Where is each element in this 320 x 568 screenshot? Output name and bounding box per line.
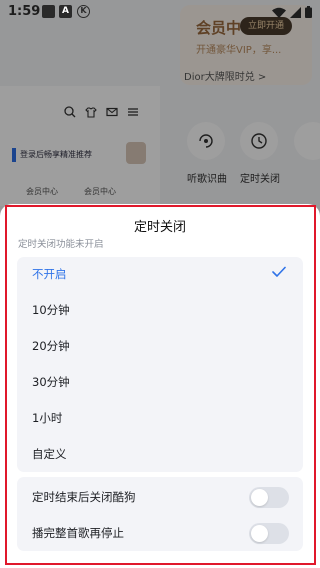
status-time: 1:59 xyxy=(8,4,41,19)
signal-icon xyxy=(290,6,301,18)
status-bar: 1:59 A K xyxy=(0,0,320,24)
option-off[interactable]: 不开启 xyxy=(17,257,303,291)
a-notification-icon: A xyxy=(59,5,72,18)
wifi-icon xyxy=(272,7,286,18)
battery-icon xyxy=(305,6,312,18)
option-label: 20分钟 xyxy=(32,339,70,353)
option-label: 不开启 xyxy=(32,267,67,281)
close-app-toggle[interactable] xyxy=(249,487,289,508)
option-custom[interactable]: 自定义 xyxy=(17,437,303,471)
finish-song-row: 播完整首歌再停止 xyxy=(17,515,303,551)
option-20min[interactable]: 20分钟 xyxy=(17,329,303,363)
timer-toggles: 定时结束后关闭酷狗 播完整首歌再停止 xyxy=(17,477,303,551)
status-icons xyxy=(272,6,312,18)
option-label: 10分钟 xyxy=(32,303,70,317)
k-notification-icon: K xyxy=(77,5,90,18)
image-notification-icon xyxy=(42,5,55,18)
close-app-label: 定时结束后关闭酷狗 xyxy=(32,490,136,504)
toggle-knob xyxy=(251,525,268,542)
timer-sheet: 定时关闭 定时关闭功能未开启 不开启 10分钟 20分钟 30分钟 1小时 自定… xyxy=(0,204,320,568)
option-1hour[interactable]: 1小时 xyxy=(17,401,303,435)
option-30min[interactable]: 30分钟 xyxy=(17,365,303,399)
option-10min[interactable]: 10分钟 xyxy=(17,293,303,327)
option-label: 30分钟 xyxy=(32,375,70,389)
option-label: 自定义 xyxy=(32,447,67,461)
sheet-subtitle: 定时关闭功能未开启 xyxy=(18,239,104,250)
close-app-row: 定时结束后关闭酷狗 xyxy=(17,479,303,515)
timer-options-list: 不开启 10分钟 20分钟 30分钟 1小时 自定义 xyxy=(17,257,303,472)
sheet-title: 定时关闭 xyxy=(133,220,186,235)
check-icon xyxy=(272,266,286,277)
finish-song-label: 播完整首歌再停止 xyxy=(32,526,124,540)
finish-song-toggle[interactable] xyxy=(249,523,289,544)
option-label: 1小时 xyxy=(32,411,63,425)
toggle-knob xyxy=(251,489,268,506)
